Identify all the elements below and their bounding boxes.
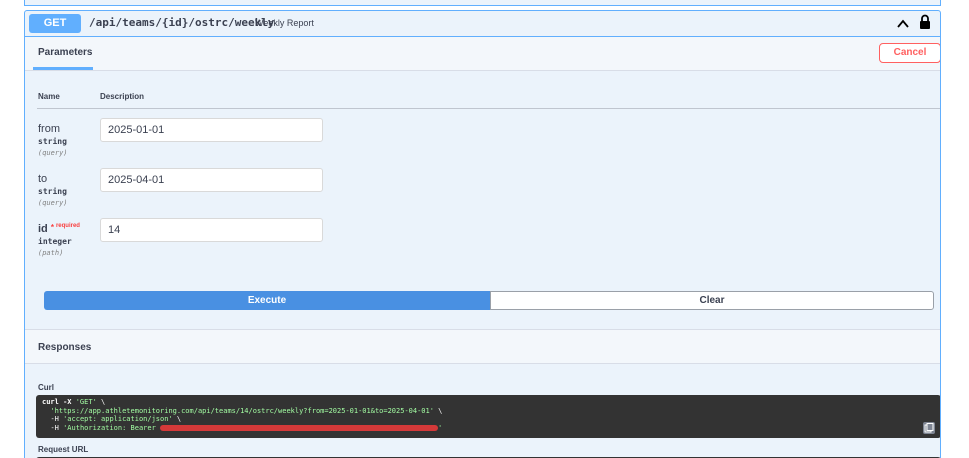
column-header-description: Description [100, 92, 145, 101]
curl-flag: -H [50, 423, 64, 432]
curl-url: 'https://app.athletemonitoring.com/api/t… [50, 406, 434, 415]
curl-quote: ' [438, 423, 443, 432]
parameters-tab-header: Parameters Cancel [25, 37, 940, 71]
curl-continuation: \ [172, 415, 182, 423]
clear-button[interactable]: Clear [490, 291, 934, 310]
execute-button[interactable]: Execute [44, 291, 490, 310]
curl-continuation: \ [433, 406, 443, 415]
endpoint-path: /api/teams/{id}/ostrc/weekly [89, 16, 275, 29]
cancel-button[interactable]: Cancel [879, 43, 940, 63]
curl-method: 'GET' [75, 398, 97, 406]
responses-title: Responses [38, 342, 92, 353]
redaction-mark [160, 424, 439, 431]
previous-opblock-edge [24, 0, 941, 6]
to-input[interactable]: 2025-04-01 [100, 168, 323, 192]
method-badge: GET [29, 14, 81, 33]
required-star: * [50, 223, 54, 232]
from-input[interactable]: 2025-01-01 [100, 118, 323, 142]
param-location: (path) [38, 249, 64, 257]
execute-wrapper: Execute Clear [44, 291, 934, 310]
param-location: (query) [38, 199, 68, 207]
id-input[interactable]: 14 [100, 218, 323, 242]
curl-auth-header: 'Authorization: Bearer [63, 423, 161, 432]
operation-description: Weekly Report [255, 18, 314, 28]
parameters-section: Name Description from string (query) 202… [25, 71, 940, 329]
responses-header: Responses [25, 329, 940, 364]
request-url-label: Request URL [38, 445, 89, 454]
param-name: id [38, 223, 48, 235]
param-location: (query) [38, 149, 68, 157]
tab-active-indicator [33, 67, 93, 70]
curl-continuation: \ [96, 398, 106, 406]
operation-summary[interactable]: GET /api/teams/{id}/ostrc/weekly Weekly … [25, 11, 940, 37]
curl-flag: -H [50, 415, 64, 423]
tab-parameters[interactable]: Parameters [38, 47, 92, 58]
copy-icon[interactable] [923, 422, 935, 434]
curl-code-block[interactable]: curl -X 'GET' \ 'https://app.athletemoni… [36, 395, 940, 438]
get-operation-block: GET /api/teams/{id}/ostrc/weekly Weekly … [24, 10, 941, 458]
chevron-up-icon[interactable] [896, 17, 910, 31]
header-divider [37, 108, 940, 109]
curl-accept-header: 'accept: application/json' [63, 415, 173, 423]
column-header-name: Name [38, 92, 60, 101]
required-label: required [55, 223, 80, 229]
curl-label: Curl [38, 383, 54, 392]
curl-cmd: curl -X [42, 398, 76, 406]
lock-icon[interactable] [918, 14, 932, 30]
